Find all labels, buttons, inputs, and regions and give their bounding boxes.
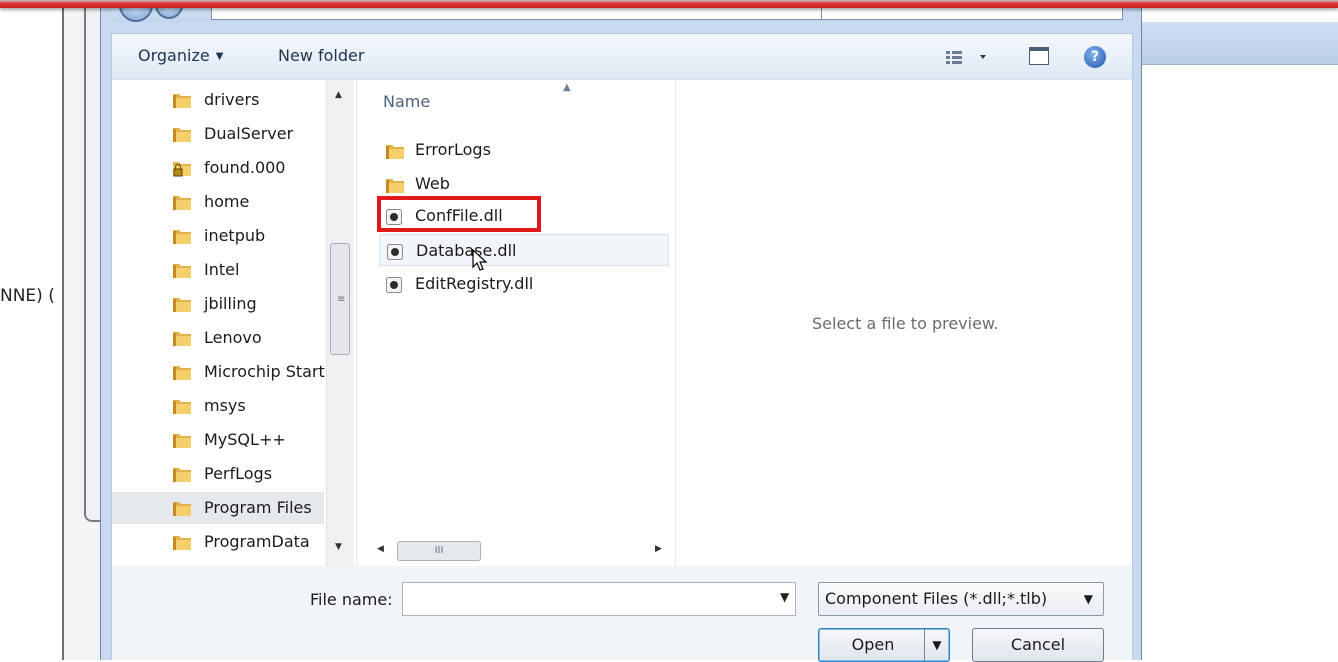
nav-item-inetpub[interactable]: inetpub bbox=[112, 220, 324, 252]
dll-file-icon bbox=[387, 244, 403, 260]
nav-item-dualserver[interactable]: DualServer bbox=[112, 118, 324, 150]
open-options-dropdown-icon[interactable]: ▼ bbox=[924, 629, 949, 661]
nav-item-label: DualServer bbox=[204, 124, 294, 143]
grip-icon: ≡ bbox=[337, 294, 346, 305]
horizontal-scrollbar-thumb[interactable]: III bbox=[397, 541, 481, 561]
nav-item-home[interactable]: home bbox=[112, 186, 324, 218]
folder-icon bbox=[386, 179, 404, 193]
highlight-annotation-box bbox=[377, 196, 541, 232]
folder-icon bbox=[173, 264, 191, 278]
folder-icon bbox=[173, 298, 191, 312]
nav-item-label: drivers bbox=[204, 90, 260, 109]
file-name-label: File name: bbox=[310, 590, 393, 609]
nav-item-label: ProgramData bbox=[204, 532, 310, 551]
nav-item-label: Microchip Start bbox=[204, 362, 325, 381]
help-icon[interactable]: ? bbox=[1084, 46, 1106, 68]
nav-item-label: Program Files bbox=[204, 498, 312, 517]
dialog-content: drivers DualServer found.000 home inetpu… bbox=[111, 79, 1133, 568]
folder-icon bbox=[173, 502, 191, 516]
preview-pane-toggle-icon[interactable] bbox=[1029, 47, 1049, 65]
dll-file-icon bbox=[386, 277, 402, 293]
nav-item-label: Lenovo bbox=[204, 328, 262, 347]
preview-pane: Select a file to preview. bbox=[675, 80, 1133, 567]
view-details-icon bbox=[946, 51, 986, 64]
file-item-label: EditRegistry.dll bbox=[415, 274, 534, 293]
nav-item-jbilling[interactable]: jbilling bbox=[112, 288, 324, 320]
window-title-bar-edge bbox=[0, 0, 1338, 8]
nav-item-programdata[interactable]: ProgramData bbox=[112, 526, 324, 558]
folder-icon bbox=[173, 94, 191, 108]
nav-item-label: inetpub bbox=[204, 226, 266, 245]
file-name-history-dropdown-icon[interactable]: ▼ bbox=[780, 590, 789, 604]
folder-icon bbox=[173, 128, 191, 142]
navigation-pane: drivers DualServer found.000 home inetpu… bbox=[112, 80, 354, 567]
folder-icon bbox=[173, 400, 191, 414]
open-file-dialog: Organize ▼ New folder ? drivers DualServe… bbox=[100, 0, 1142, 662]
nav-item-label: found.000 bbox=[204, 158, 286, 177]
file-item-errorlogs[interactable]: ErrorLogs bbox=[379, 134, 669, 166]
change-view-button[interactable] bbox=[944, 46, 988, 68]
background-header-strip bbox=[1140, 22, 1338, 65]
folder-icon bbox=[173, 196, 191, 210]
file-list-horizontal-scrollbar[interactable]: ◀ III ▶ bbox=[357, 536, 675, 566]
new-folder-button[interactable]: New folder bbox=[278, 46, 364, 65]
nav-item-label: jbilling bbox=[204, 294, 257, 313]
folder-icon bbox=[173, 536, 191, 550]
file-item-label: Database.dll bbox=[416, 241, 517, 260]
chevron-down-icon: ▼ bbox=[1083, 592, 1093, 606]
nav-item-label: MySQL++ bbox=[204, 430, 286, 449]
nav-item-label: PerfLogs bbox=[204, 464, 273, 483]
folder-icon bbox=[173, 332, 191, 346]
folder-icon bbox=[173, 366, 191, 380]
folder-icon bbox=[173, 468, 191, 482]
nav-item-label: msys bbox=[204, 396, 246, 415]
nav-item-microchip-start[interactable]: Microchip Start bbox=[112, 356, 325, 388]
file-item-editregistry-dll[interactable]: EditRegistry.dll bbox=[379, 268, 669, 300]
scrollbar-thumb[interactable]: ≡ bbox=[330, 243, 350, 355]
preview-message: Select a file to preview. bbox=[812, 314, 999, 333]
folder-icon bbox=[173, 434, 191, 448]
file-type-filter-value: Component Files (*.dll;*.tlb) bbox=[825, 589, 1048, 608]
nav-item-perflogs[interactable]: PerfLogs bbox=[112, 458, 324, 490]
nav-item-mysql[interactable]: MySQL++ bbox=[112, 424, 324, 456]
column-header-name[interactable]: Name bbox=[383, 92, 430, 111]
locked-folder-icon bbox=[173, 162, 191, 177]
chevron-down-icon: ▼ bbox=[215, 51, 224, 62]
file-list-pane: ▲ Name ErrorLogs Web ConfFile.dll Databa… bbox=[356, 80, 675, 567]
scroll-up-arrow-icon[interactable]: ▲ bbox=[335, 90, 342, 100]
organize-button[interactable]: Organize ▼ bbox=[138, 46, 223, 65]
background-window-panel bbox=[84, 0, 100, 522]
nav-item-msys[interactable]: msys bbox=[112, 390, 324, 422]
file-item-label: ErrorLogs bbox=[415, 140, 491, 159]
background-label: NNE) ( bbox=[0, 286, 55, 306]
cancel-button[interactable]: Cancel bbox=[972, 628, 1104, 662]
open-button[interactable]: Open ▼ bbox=[818, 628, 950, 662]
scroll-down-arrow-icon[interactable]: ▼ bbox=[335, 542, 342, 552]
file-name-input[interactable] bbox=[402, 582, 796, 616]
organize-label: Organize bbox=[138, 46, 210, 65]
open-button-label: Open bbox=[851, 635, 895, 654]
folder-icon bbox=[173, 230, 191, 244]
file-item-database-dll[interactable]: Database.dll bbox=[379, 234, 669, 271]
nav-item-label: home bbox=[204, 192, 250, 211]
nav-item-intel[interactable]: Intel bbox=[112, 254, 324, 286]
scroll-left-arrow-icon[interactable]: ◀ bbox=[377, 544, 384, 554]
sort-ascending-icon: ▲ bbox=[563, 82, 571, 93]
file-type-filter-select[interactable]: Component Files (*.dll;*.tlb) ▼ bbox=[818, 582, 1104, 616]
folder-icon bbox=[386, 145, 404, 159]
command-toolbar: Organize ▼ New folder ? bbox=[111, 33, 1133, 80]
dialog-footer: File name: ▼ Component Files (*.dll;*.tl… bbox=[111, 566, 1133, 662]
navigation-scrollbar[interactable]: ▲ ≡ ▼ bbox=[326, 80, 354, 567]
nav-item-label: Intel bbox=[204, 260, 240, 279]
nav-item-found000[interactable]: found.000 bbox=[112, 152, 324, 184]
nav-item-lenovo[interactable]: Lenovo bbox=[112, 322, 324, 354]
nav-item-drivers[interactable]: drivers bbox=[112, 84, 324, 116]
nav-item-program-files[interactable]: Program Files bbox=[112, 492, 324, 524]
scroll-right-arrow-icon[interactable]: ▶ bbox=[655, 544, 662, 554]
